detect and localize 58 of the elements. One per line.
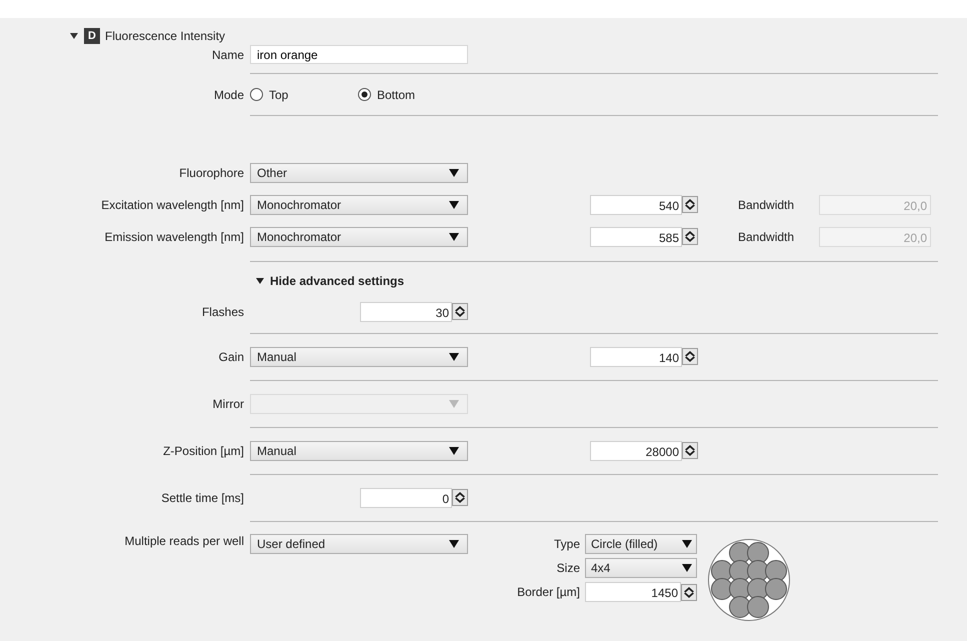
field-label: Flashes bbox=[202, 304, 244, 318]
dropdown[interactable]: Manual bbox=[250, 346, 468, 366]
field-label: Border [µm] bbox=[517, 585, 580, 599]
field-label: Excitation wavelength [nm] bbox=[101, 198, 244, 212]
expand-toggle[interactable] bbox=[70, 32, 78, 40]
number-field[interactable]: 28000 bbox=[590, 440, 682, 460]
spinner-arrows-icon bbox=[452, 303, 468, 320]
caret-icon bbox=[449, 540, 459, 548]
field-label: Settle time [ms] bbox=[161, 490, 244, 504]
dropdown[interactable]: User defined bbox=[250, 534, 468, 554]
caret-icon bbox=[449, 168, 459, 176]
dropdown[interactable]: Manual bbox=[250, 440, 468, 460]
field-label: Type bbox=[554, 537, 580, 551]
spinner-arrows-icon bbox=[682, 442, 698, 459]
number-field[interactable]: 540 bbox=[590, 194, 682, 214]
field-label: Emission wavelength [nm] bbox=[104, 230, 244, 244]
field-label: Z-Position [µm] bbox=[163, 444, 244, 458]
radio-button[interactable] bbox=[250, 88, 263, 101]
radio-button[interactable] bbox=[358, 88, 371, 101]
advanced-settings-toggle[interactable]: Hide advanced settings bbox=[250, 274, 404, 288]
caret-icon bbox=[449, 352, 459, 360]
spinner-arrows-icon bbox=[682, 196, 698, 213]
dropdown[interactable]: Monochromator bbox=[250, 226, 468, 246]
number-field[interactable]: 1450 bbox=[585, 582, 681, 602]
dropdown[interactable]: Circle (filled) bbox=[585, 534, 697, 554]
dropdown[interactable]: 4x4 bbox=[585, 558, 697, 578]
caret-icon bbox=[449, 446, 459, 454]
field-label: Size bbox=[556, 561, 580, 575]
number-field[interactable]: 140 bbox=[590, 346, 682, 366]
name-field[interactable]: iron orange bbox=[250, 45, 468, 64]
field-label: Bandwidth bbox=[738, 230, 796, 244]
caret-icon bbox=[449, 232, 459, 240]
field-label: Gain bbox=[218, 350, 244, 364]
number-field[interactable]: 0 bbox=[360, 488, 452, 508]
caret-icon bbox=[682, 564, 692, 572]
caret-icon bbox=[682, 540, 692, 548]
field-label: Name bbox=[212, 48, 244, 62]
dropdown[interactable]: Other bbox=[250, 162, 468, 182]
triangle-icon bbox=[70, 32, 78, 40]
caret-icon bbox=[449, 200, 459, 208]
field-label: Mode bbox=[214, 88, 244, 102]
dropdown[interactable]: Monochromator bbox=[250, 194, 468, 214]
caret-icon bbox=[449, 400, 459, 408]
spinner-arrows-icon bbox=[682, 228, 698, 245]
number-field[interactable]: 30 bbox=[360, 302, 452, 322]
radio-label[interactable]: Bottom bbox=[377, 88, 416, 102]
triangle-icon bbox=[256, 277, 264, 285]
section-badge: D bbox=[84, 28, 100, 44]
field-label: Mirror bbox=[212, 396, 244, 410]
field-label: Multiple reads per well bbox=[124, 534, 244, 548]
spinner-arrows-icon bbox=[452, 489, 468, 506]
number-field[interactable]: 585 bbox=[590, 226, 682, 246]
radio-label[interactable]: Top bbox=[269, 88, 288, 102]
spinner-arrows-icon bbox=[681, 584, 697, 600]
spinner-arrows-icon bbox=[682, 348, 698, 365]
field-label: Bandwidth bbox=[738, 198, 796, 212]
field-label: Fluorophore bbox=[179, 166, 244, 180]
section-title: Fluorescence Intensity bbox=[105, 29, 226, 43]
